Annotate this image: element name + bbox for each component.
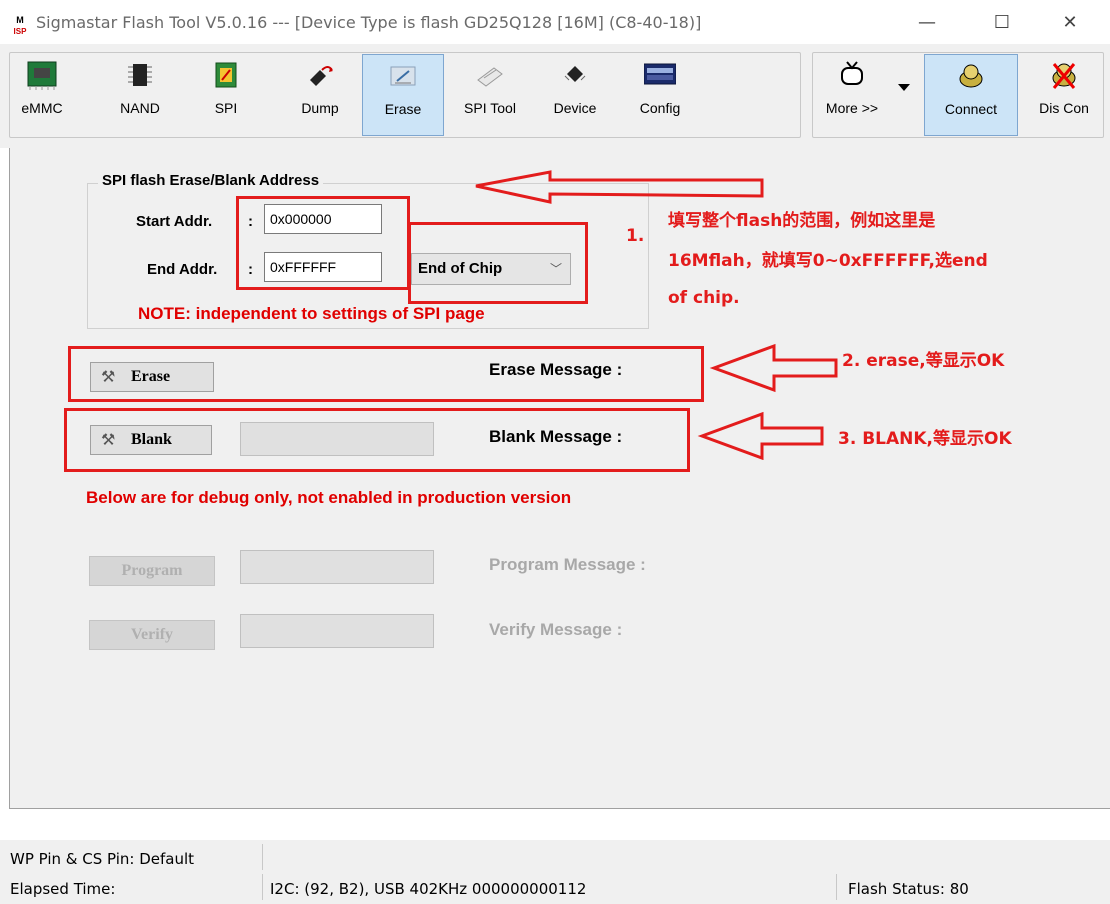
annotation-step1-line2: 16Mflah，就填写0~0xFFFFFF,选end (668, 251, 988, 271)
spi-tool-icon (477, 67, 503, 87)
emmc-icon (27, 61, 57, 90)
toolbar: eMMC NAND SPI Dump Erase SPI Tool Device… (0, 44, 1110, 148)
spi-settings-note: NOTE: independent to settings of SPI pag… (138, 304, 485, 323)
dump-icon (310, 66, 333, 86)
svg-text:M: M (16, 15, 24, 25)
more-dropdown-arrow-icon[interactable] (898, 84, 910, 91)
spi-button[interactable]: SPI (200, 54, 252, 136)
annotation-box-address (236, 196, 410, 290)
annotation-arrow-1-icon (475, 170, 764, 204)
device-chip-icon (564, 66, 586, 82)
connect-button[interactable]: Connect (924, 54, 1018, 136)
annotation-box-erase (68, 346, 704, 402)
address-group-title: SPI flash Erase/Blank Address (98, 172, 324, 189)
annotation-step1-number: 1. (626, 226, 645, 246)
annotation-step2: 2. erase,等显示OK (842, 351, 1005, 371)
annotation-step1-line3: of chip. (668, 288, 740, 308)
maximize-button[interactable]: ☐ (980, 8, 1024, 38)
minimize-button[interactable]: — (905, 8, 949, 38)
config-button[interactable]: Config (625, 54, 695, 136)
device-button[interactable]: Device (540, 54, 610, 136)
status-divider (836, 874, 837, 900)
disconnect-label: Dis Con (1039, 100, 1089, 116)
spi-tool-button[interactable]: SPI Tool (450, 54, 530, 136)
annotation-box-blank (64, 408, 690, 472)
title-bar: M ISP Sigmastar Flash Tool V5.0.16 --- [… (0, 0, 1110, 44)
config-icon (644, 63, 676, 85)
annotation-arrow-2-icon (709, 343, 838, 393)
spi-icon (215, 62, 237, 88)
program-button[interactable]: Program (89, 556, 215, 586)
more-label: More >> (825, 100, 879, 116)
disconnect-phone-icon (1052, 63, 1076, 89)
spi-label: SPI (214, 100, 238, 116)
connect-phone-icon (959, 64, 983, 88)
connect-label: Connect (944, 101, 998, 117)
program-progress-box (240, 550, 434, 584)
verify-progress-box (240, 614, 434, 648)
spi-tool-label: SPI Tool (464, 100, 516, 116)
wp-pin-status: WP Pin & CS Pin: Default (10, 850, 195, 868)
tv-icon (841, 61, 863, 85)
erase-tab-label: Erase (384, 101, 422, 117)
emmc-button[interactable]: eMMC (16, 54, 68, 136)
debug-note: Below are for debug only, not enabled in… (86, 488, 572, 507)
emmc-label: eMMC (21, 100, 63, 116)
verify-button[interactable]: Verify (89, 620, 215, 650)
end-addr-label: End Addr. (147, 261, 218, 278)
nand-label: NAND (120, 100, 160, 116)
annotation-step3: 3. BLANK,等显示OK (838, 429, 1012, 449)
disconnect-button[interactable]: Dis Con (1028, 54, 1100, 136)
elapsed-time-status: Elapsed Time: (10, 880, 116, 898)
annotation-box-end-of-chip (408, 222, 588, 304)
device-label: Device (553, 100, 597, 116)
more-button[interactable]: More >> (818, 54, 886, 136)
close-button[interactable]: ✕ (1048, 8, 1092, 38)
nand-chip-icon (128, 64, 152, 86)
annotation-step1-line1: 填写整个flash的范围，例如这里是 (668, 211, 936, 231)
window-title: Sigmastar Flash Tool V5.0.16 --- [Device… (36, 13, 702, 32)
status-divider (262, 844, 263, 870)
dump-button[interactable]: Dump (290, 54, 350, 136)
start-addr-label: Start Addr. (136, 213, 213, 230)
app-logo-icon: M ISP (9, 14, 31, 36)
verify-message-label: Verify Message : (489, 620, 623, 639)
flash-status: Flash Status: 80 (848, 880, 969, 898)
program-message-label: Program Message : (489, 555, 646, 574)
erase-icon (390, 66, 416, 86)
erase-tab-button[interactable]: Erase (362, 54, 444, 136)
config-label: Config (639, 100, 681, 116)
annotation-arrow-3-icon (697, 411, 824, 460)
i2c-usb-status: I2C: (92, B2), USB 402KHz 000000000112 (270, 880, 587, 898)
svg-text:ISP: ISP (14, 27, 28, 36)
nand-button[interactable]: NAND (110, 54, 170, 136)
status-divider (262, 874, 263, 900)
dump-label: Dump (301, 100, 339, 116)
status-bar: WP Pin & CS Pin: Default Elapsed Time: I… (0, 840, 1110, 904)
